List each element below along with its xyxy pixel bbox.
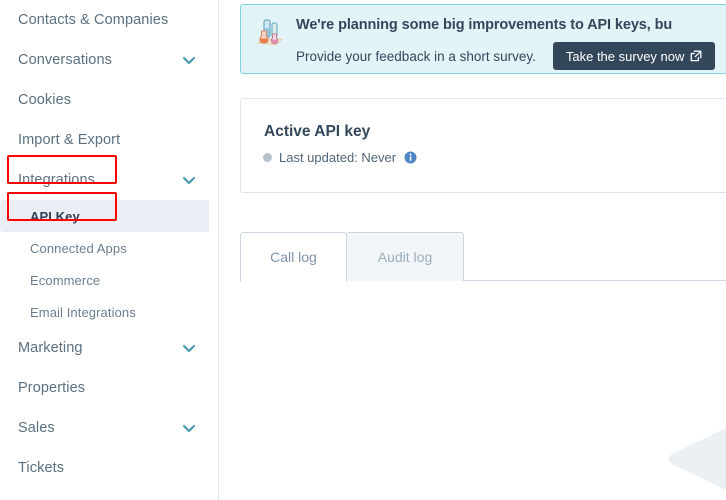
sidebar-item-import-export[interactable]: Import & Export — [0, 120, 218, 160]
chevron-down-icon[interactable] — [182, 173, 196, 187]
active-api-key-card: Active API key Last updated: Never Show — [240, 98, 726, 193]
sidebar-item-sales[interactable]: Sales — [0, 408, 218, 448]
active-api-key-title: Active API key — [264, 123, 371, 140]
sidebar-item-connected-apps[interactable]: Connected Apps — [0, 232, 218, 264]
sidebar-item-label: Cookies — [18, 92, 72, 108]
sidebar-item-label: Sales — [18, 420, 55, 436]
sidebar-item-label: Tickets — [18, 460, 65, 476]
tab-call-log[interactable]: Call log — [240, 232, 347, 282]
sidebar-item-label: Marketing — [18, 340, 83, 356]
sidebar-item-label: Import & Export — [18, 132, 121, 148]
sidebar-item-cookies[interactable]: Cookies — [0, 80, 218, 120]
tab-audit-log-label: Audit log — [377, 249, 433, 265]
sidebar-item-label: API Key — [30, 208, 80, 224]
sidebar-item-label: Contacts & Companies — [18, 12, 169, 28]
sidebar-item-marketing[interactable]: Marketing — [0, 328, 218, 368]
sidebar-item-integrations[interactable]: Integrations — [0, 160, 218, 200]
tab-audit-log[interactable]: Audit log — [346, 232, 464, 281]
sidebar-item-api-key[interactable]: API Key — [0, 200, 209, 232]
sidebar-item-ecommerce[interactable]: Ecommerce — [0, 264, 218, 296]
info-icon[interactable] — [404, 151, 417, 164]
api-key-settings-screen: Contacts & Companies Conversations Cookies… — [0, 0, 726, 500]
status-dot-icon — [263, 153, 272, 162]
sidebar-nav-list: Contacts & Companies Conversations Cookies… — [0, 0, 218, 500]
chevron-down-icon[interactable] — [182, 53, 196, 67]
last-updated-text: Last updated: Never — [279, 150, 397, 165]
banner-text-block: We're planning some big improvements to … — [296, 16, 726, 70]
take-survey-button-label: Take the survey now — [565, 48, 685, 64]
take-survey-button[interactable]: Take the survey now — [552, 42, 716, 70]
tab-call-log-label: Call log — [270, 249, 317, 265]
chevron-left-arrow-icon[interactable] — [660, 428, 726, 490]
banner-title: We're planning some big improvements to … — [296, 17, 673, 33]
settings-sidebar: Contacts & Companies Conversations Cookies… — [0, 0, 219, 500]
sidebar-item-tracking-code[interactable]: Tracking Code — [0, 488, 218, 500]
external-link-icon — [690, 50, 702, 62]
chevron-down-icon[interactable] — [182, 421, 196, 435]
sidebar-item-contacts-companies[interactable]: Contacts & Companies — [0, 0, 218, 40]
sidebar-item-tickets[interactable]: Tickets — [0, 448, 218, 488]
lab-flasks-icon — [255, 17, 285, 51]
sidebar-item-label: Ecommerce — [30, 272, 101, 288]
sidebar-item-label: Email Integrations — [30, 304, 136, 320]
sidebar-item-label: Integrations — [18, 172, 95, 188]
sidebar-item-properties[interactable]: Properties — [0, 368, 218, 408]
main-content: We're planning some big improvements to … — [219, 0, 726, 500]
banner-subtitle-row: Provide your feedback in a short survey.… — [296, 42, 726, 70]
api-improvements-banner: We're planning some big improvements to … — [240, 4, 726, 74]
chevron-down-icon[interactable] — [182, 341, 196, 355]
sidebar-item-email-integrations[interactable]: Email Integrations — [0, 296, 218, 328]
sidebar-item-label: Conversations — [18, 52, 112, 68]
sidebar-item-label: Properties — [18, 380, 86, 396]
sidebar-item-conversations[interactable]: Conversations — [0, 40, 218, 80]
api-key-status-row: Last updated: Never — [263, 150, 417, 165]
log-tabs: Call log Audit log — [240, 232, 726, 282]
sidebar-item-label: Connected Apps — [30, 240, 127, 256]
banner-subtitle: Provide your feedback in a short survey. — [296, 48, 536, 64]
